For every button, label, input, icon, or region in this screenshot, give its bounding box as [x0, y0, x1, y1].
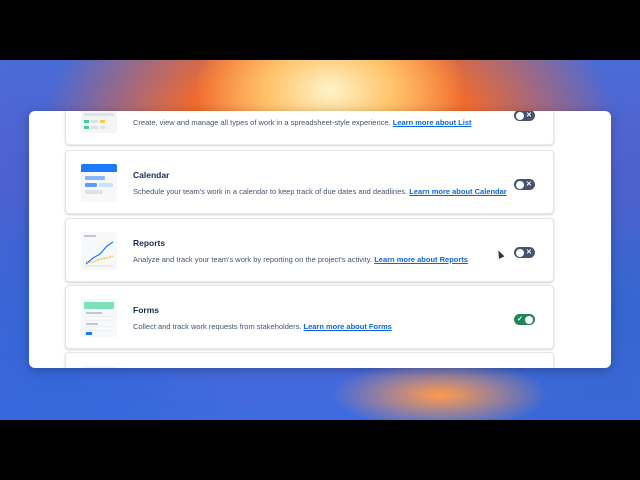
project-features-panel: Create, view and manage all types of wor… [29, 111, 611, 368]
toggle-knob [525, 315, 533, 324]
close-icon: ✕ [526, 249, 532, 256]
forms-toggle[interactable]: ✓ [514, 314, 535, 325]
reports-toggle[interactable]: ✕ [514, 247, 535, 258]
letterbox-bottom [0, 420, 640, 480]
feature-description: Schedule your team's work in a calendar … [133, 187, 507, 196]
feature-title: Forms [133, 305, 159, 315]
feature-description-text: Create, view and manage all types of wor… [133, 118, 391, 127]
feature-description-text: Schedule your team's work in a calendar … [133, 187, 408, 196]
close-icon: ✕ [526, 112, 532, 119]
check-icon: ✓ [517, 316, 523, 323]
feature-description-text: Collect and track work requests from sta… [133, 322, 302, 331]
feature-card-forms: Forms Collect and track work requests fr… [65, 285, 554, 349]
feature-card-list: Create, view and manage all types of wor… [65, 111, 554, 145]
feature-card-reports: Reports Analyze and track your team's wo… [65, 218, 554, 282]
learn-more-calendar-link[interactable]: Learn more about Calendar [409, 187, 507, 196]
reports-illustration-icon [81, 232, 117, 270]
learn-more-list-link[interactable]: Learn more about List [393, 118, 472, 127]
learn-more-forms-link[interactable]: Learn more about Forms [304, 322, 392, 331]
learn-more-reports-link[interactable]: Learn more about Reports [374, 255, 468, 264]
close-icon: ✕ [526, 181, 532, 188]
feature-description-text: Analyze and track your team's work by re… [133, 255, 373, 264]
calendar-illustration-icon [81, 164, 117, 202]
feature-description: Analyze and track your team's work by re… [133, 255, 468, 264]
feature-description: Collect and track work requests from sta… [133, 322, 392, 331]
forms-illustration-icon [81, 299, 117, 337]
toggle-knob [516, 111, 524, 120]
list-toggle[interactable]: ✕ [514, 111, 535, 121]
feature-card-next [65, 352, 554, 368]
feature-title: Calendar [133, 170, 170, 180]
list-illustration-icon [81, 111, 117, 133]
toggle-knob [516, 180, 524, 189]
letterbox-top [0, 0, 640, 60]
feature-description: Create, view and manage all types of wor… [133, 118, 472, 127]
toggle-knob [516, 248, 524, 257]
next-feature-illustration-icon [81, 366, 117, 368]
feature-card-calendar: Calendar Schedule your team's work in a … [65, 150, 554, 214]
feature-title: Reports [133, 238, 166, 248]
calendar-toggle[interactable]: ✕ [514, 179, 535, 190]
